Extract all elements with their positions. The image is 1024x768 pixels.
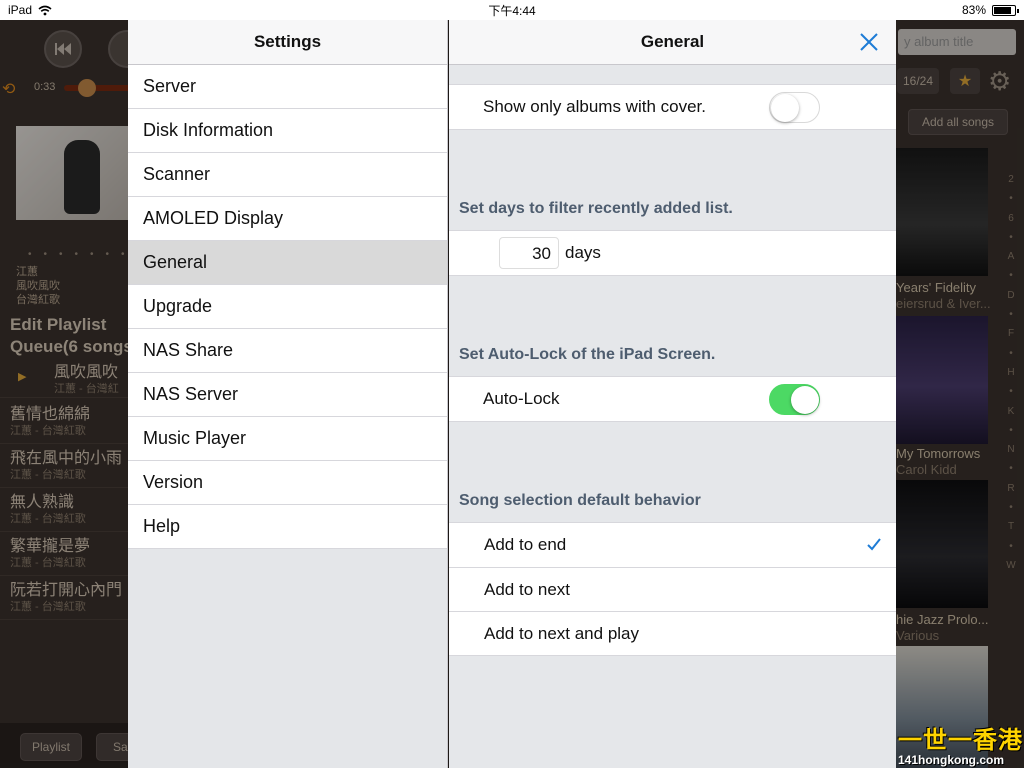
album-search-input[interactable]: y album title — [898, 29, 1016, 55]
song-selection-group: Add to end Add to next Add to next and p… — [449, 522, 896, 656]
add-to-next-option[interactable]: Add to next — [449, 567, 896, 611]
settings-menu: Server Disk Information Scanner AMOLED Disp… — [128, 65, 447, 549]
settings-master-panel: Settings Server Disk Information Scanner AM… — [128, 20, 448, 768]
recent-days-row: 30 days — [449, 231, 896, 275]
gear-icon[interactable]: ⚙ — [988, 66, 1011, 97]
general-navbar: General — [449, 20, 896, 65]
settings-item-help[interactable]: Help — [128, 505, 447, 549]
queue-title: 飛在風中的小雨 — [10, 450, 123, 467]
option-label: Add to next — [484, 579, 571, 599]
show-albums-with-cover-label: Show only albums with cover. — [483, 97, 706, 116]
album-cover — [16, 126, 130, 220]
show-albums-with-cover-toggle[interactable] — [769, 91, 820, 123]
add-to-next-and-play-option[interactable]: Add to next and play — [449, 611, 896, 655]
album-title: Years' Fidelity — [896, 280, 977, 295]
auto-lock-row: Auto-Lock — [449, 377, 896, 421]
settings-item-nas-share[interactable]: NAS Share — [128, 329, 447, 373]
settings-item-scanner[interactable]: Scanner — [128, 153, 447, 197]
option-label: Add to end — [484, 535, 567, 554]
queue-subtitle: 江蕙 - 台灣紅歌 — [10, 601, 86, 613]
queue-title: 風吹風吹 — [54, 364, 119, 381]
repeat-icon[interactable]: ⟲ — [2, 79, 15, 99]
device-name: iPad — [8, 3, 33, 17]
playlist-button[interactable]: Playlist — [20, 733, 82, 761]
wifi-icon — [38, 5, 52, 15]
queue-title: 繁華攏是夢 — [10, 538, 91, 555]
settings-item-disk-information[interactable]: Disk Information — [128, 109, 447, 153]
queue-subtitle: 江蕙 - 台灣紅歌 — [10, 469, 86, 481]
add-to-end-option[interactable]: Add to end — [449, 523, 896, 567]
elapsed-time: 0:33 — [34, 81, 56, 93]
option-label: Add to next and play — [484, 623, 640, 643]
progress-knob[interactable] — [78, 79, 96, 97]
auto-lock-group: Auto-Lock — [449, 376, 896, 422]
checkmark-icon — [867, 538, 881, 551]
queue-subtitle: 江蕙 - 台灣紅 — [54, 383, 119, 395]
cover-filter-group: Show only albums with cover. — [449, 84, 896, 130]
queue-row[interactable]: 舊情也綿綿 江蕙 - 台灣紅歌 — [0, 400, 130, 444]
edit-playlist-button[interactable]: Edit Playlist — [10, 315, 106, 335]
queue-title: 舊情也綿綿 — [10, 406, 91, 423]
album-artist: eiersrud & Iver... — [896, 296, 991, 311]
album-artist: Carol Kidd — [896, 462, 957, 477]
auto-lock-toggle[interactable] — [769, 383, 820, 415]
queue-subtitle: 江蕙 - 台灣紅歌 — [10, 425, 86, 437]
previous-icon — [55, 43, 71, 55]
previous-track-button[interactable] — [44, 30, 82, 68]
general-detail-panel: General Show only albums with cover. Set… — [449, 20, 896, 768]
album-title: hie Jazz Prolo... — [896, 612, 989, 627]
queue-title: 無人熟識 — [10, 494, 75, 511]
watermark-logo: 一世一香港 141hongkong.com — [898, 720, 1023, 767]
alphabet-index[interactable]: 2 • 6 • A • D • F • H • K • N • R • T • W — [1004, 170, 1018, 575]
now-playing-icon: ▶ — [18, 371, 27, 383]
queue-row[interactable]: 無人熟識 江蕙 - 台灣紅歌 — [0, 488, 130, 532]
recent-days-input[interactable]: 30 — [499, 237, 559, 269]
queue-subtitle: 江蕙 - 台灣紅歌 — [10, 557, 86, 569]
recent-days-group: 30 days — [449, 230, 896, 276]
auto-lock-section-header: Set Auto-Lock of the iPad Screen. — [459, 346, 716, 363]
album-artist: Various — [896, 628, 940, 643]
page-indicator: 16/24 — [897, 68, 939, 94]
album-title: My Tomorrows — [896, 446, 981, 461]
queue-title: 阮若打開心內門 — [10, 582, 123, 599]
favorites-button[interactable]: ★ — [950, 68, 980, 94]
queue-row[interactable]: 繁華攏是夢 江蕙 - 台灣紅歌 — [0, 532, 130, 576]
settings-item-version[interactable]: Version — [128, 461, 447, 505]
queue-row[interactable]: 阮若打開心內門 江蕙 - 台灣紅歌 — [0, 576, 130, 620]
watermark-title: 一世一香港 — [898, 727, 1023, 754]
settings-item-upgrade[interactable]: Upgrade — [128, 285, 447, 329]
playback-progress-slider[interactable] — [64, 79, 134, 97]
status-time: 下午4:44 — [488, 3, 536, 18]
settings-item-general[interactable]: General — [128, 241, 447, 285]
song-selection-section-header: Song selection default behavior — [459, 492, 701, 509]
auto-lock-label: Auto-Lock — [483, 389, 560, 408]
watermark-url: 141hongkong.com — [898, 753, 1005, 767]
settings-item-nas-server[interactable]: NAS Server — [128, 373, 447, 417]
album-tile[interactable] — [896, 316, 988, 444]
queue-row[interactable]: 飛在風中的小雨 江蕙 - 台灣紅歌 — [0, 444, 130, 488]
status-bar: iPad 下午4:44 83% — [0, 0, 1024, 20]
album-tile[interactable] — [896, 480, 988, 608]
queue-row[interactable]: ▶ 風吹風吹 江蕙 - 台灣紅 — [0, 358, 130, 398]
settings-item-amoled-display[interactable]: AMOLED Display — [128, 197, 447, 241]
album-tile[interactable] — [896, 148, 988, 276]
settings-item-music-player[interactable]: Music Player — [128, 417, 447, 461]
general-title: General — [640, 32, 705, 51]
settings-navbar: Settings — [128, 20, 447, 65]
settings-title: Settings — [253, 32, 322, 51]
album-name: 台灣紅歌 — [16, 294, 60, 306]
star-icon: ★ — [957, 73, 973, 90]
add-all-songs-button[interactable]: Add all songs — [908, 109, 1008, 135]
battery-icon — [992, 4, 1019, 16]
queue-heading: Queue(6 songs — [10, 337, 133, 356]
battery-percent: 83% — [961, 3, 986, 17]
queue-subtitle: 江蕙 - 台灣紅歌 — [10, 513, 86, 525]
settings-item-server[interactable]: Server — [128, 65, 447, 109]
close-icon[interactable] — [856, 29, 882, 55]
show-albums-with-cover-row: Show only albums with cover. — [449, 85, 896, 129]
days-unit-label: days — [565, 243, 601, 262]
recent-days-section-header: Set days to filter recently added list. — [459, 200, 733, 217]
